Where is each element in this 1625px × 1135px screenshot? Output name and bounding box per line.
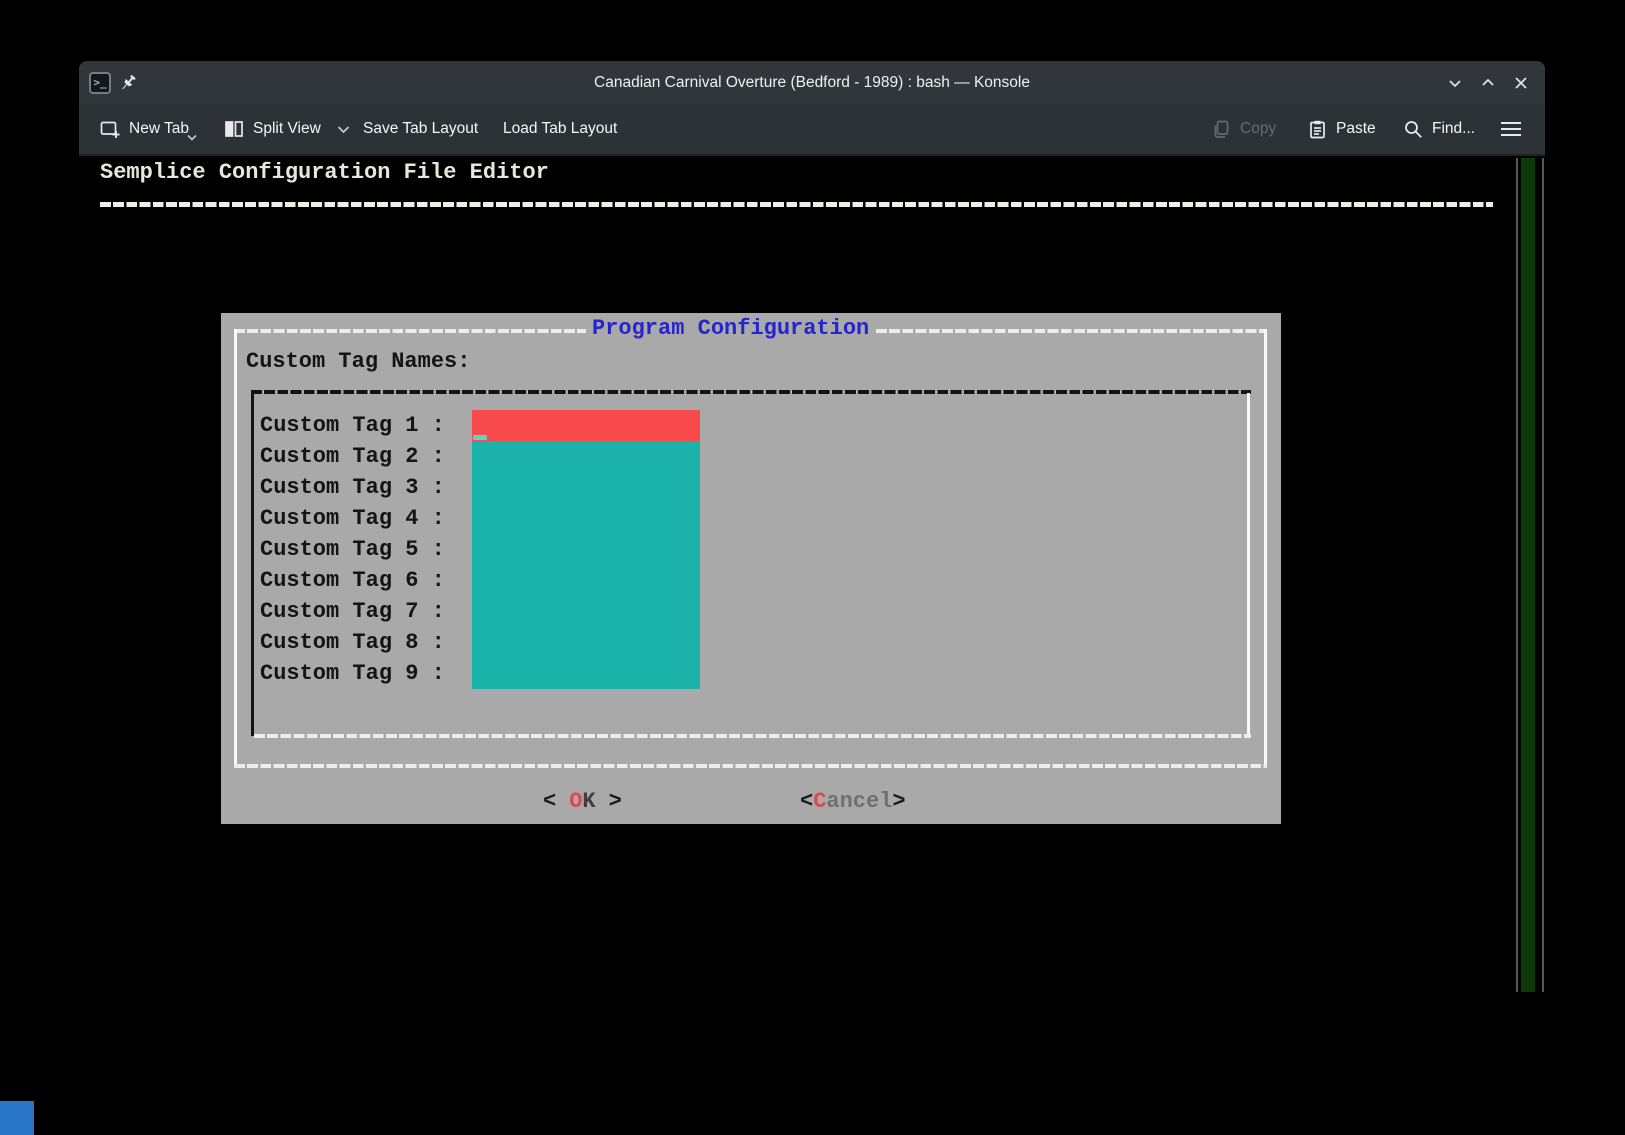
dialog-border-right [1264,329,1267,768]
tag-field-row: Custom Tag 3 : [260,472,1220,503]
form-box-border-bottom [254,734,1251,738]
tag-field-label: Custom Tag 2 : [260,444,472,469]
paste-label: Paste [1336,120,1376,138]
form-box-border-top [251,390,1251,394]
copy-icon [1211,119,1232,140]
tag-field-label: Custom Tag 3 : [260,475,472,500]
save-tab-layout-label: Save Tab Layout [363,120,478,138]
tag-input[interactable] [472,596,700,627]
tag-input[interactable] [472,503,700,534]
new-tab-button[interactable]: New Tab [99,104,189,154]
tag-field-row: Custom Tag 2 : [260,441,1220,472]
paste-button[interactable]: Paste [1307,104,1376,154]
program-configuration-dialog: Program Configuration Custom Tag Names: … [221,313,1281,824]
tag-input-focused[interactable] [472,410,700,441]
tag-input[interactable] [472,627,700,658]
konsole-window: >_ Canadian Carnival Overture (Bedford -… [79,61,1545,999]
dialog-border-top-right [876,329,1267,333]
dialog-border-top-left [234,329,586,333]
find-button[interactable]: Find... [1403,104,1475,154]
maximize-button[interactable] [1478,73,1498,93]
new-tab-label: New Tab [129,120,189,138]
tag-field-label: Custom Tag 1 : [260,413,472,438]
tag-field-label: Custom Tag 9 : [260,661,472,686]
tag-input[interactable] [472,534,700,565]
tag-field-row: Custom Tag 7 : [260,596,1220,627]
tag-fields-list: Custom Tag 1 : Custom Tag 2 : Custom Tag 3… [260,410,1220,689]
tag-field-row: Custom Tag 1 : [260,410,1220,441]
form-box-border-right [1247,393,1250,734]
copy-button[interactable]: Copy [1211,104,1276,154]
desktop: >_ Canadian Carnival Overture (Bedford -… [0,0,1625,1135]
find-label: Find... [1432,120,1475,138]
terminal-heading: Semplice Configuration File Editor [100,160,549,185]
load-tab-layout-label: Load Tab Layout [503,120,617,138]
dialog-title: Program Configuration [592,316,869,341]
scrollbar-track-right-edge [1542,158,1544,992]
custom-tag-names-label: Custom Tag Names: [246,349,470,374]
tag-input[interactable] [472,472,700,503]
tag-field-label: Custom Tag 5 : [260,537,472,562]
split-view-label: Split View [253,120,321,138]
tag-field-label: Custom Tag 4 : [260,506,472,531]
split-view-button[interactable]: Split View [223,104,350,154]
tag-field-row: Custom Tag 9 : [260,658,1220,689]
dialog-button-separator [234,764,1267,768]
dialog-border-left [234,329,237,768]
tag-field-row: Custom Tag 5 : [260,534,1220,565]
tag-field-label: Custom Tag 7 : [260,599,472,624]
close-button[interactable] [1511,73,1531,93]
tag-field-label: Custom Tag 6 : [260,568,472,593]
minimize-button[interactable] [1445,73,1465,93]
paste-icon [1307,119,1328,140]
tag-input[interactable] [472,441,700,472]
tag-field-row: Custom Tag 6 : [260,565,1220,596]
new-tab-icon [99,118,121,140]
tag-field-row: Custom Tag 8 : [260,627,1220,658]
new-tab-dropdown-icon[interactable] [187,134,197,141]
cancel-button[interactable]: <Cancel> [800,789,906,814]
toolbar: New Tab Split View [79,104,1545,156]
tag-input[interactable] [472,565,700,596]
ok-button[interactable]: <OK> [543,789,622,814]
load-tab-layout-button[interactable]: Load Tab Layout [503,104,617,154]
text-cursor [473,435,487,440]
split-view-icon [223,118,245,140]
window-title: Canadian Carnival Overture (Bedford - 19… [79,61,1545,104]
form-box-border-left [251,390,254,736]
hamburger-icon [1499,119,1523,139]
terminal-rule-line [100,202,1493,207]
tag-input[interactable] [472,658,700,689]
scrollbar-thumb[interactable] [1521,158,1535,992]
titlebar[interactable]: >_ Canadian Carnival Overture (Bedford -… [79,61,1545,104]
tag-field-label: Custom Tag 8 : [260,630,472,655]
save-tab-layout-button[interactable]: Save Tab Layout [363,104,478,154]
copy-label: Copy [1240,120,1276,138]
tag-field-row: Custom Tag 4 : [260,503,1220,534]
hamburger-menu-button[interactable] [1499,104,1523,154]
panel-corner-icon[interactable] [0,1101,34,1135]
split-view-chevron-icon [337,125,350,134]
scrollbar-track-left-edge [1516,158,1518,992]
search-icon [1403,119,1424,140]
